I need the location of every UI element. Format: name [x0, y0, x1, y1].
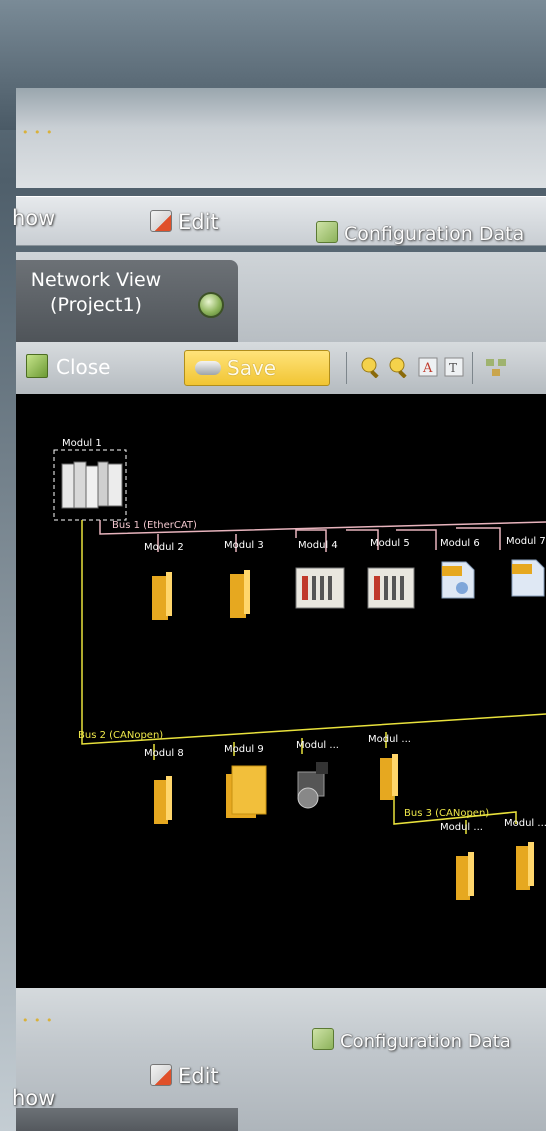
save-icon	[195, 361, 221, 375]
close-label: Close	[56, 355, 111, 379]
bus-3-label: Bus 3 (CANopen)	[404, 808, 490, 819]
decorative-dots-bottom: • • •	[22, 1014, 54, 1027]
close-button[interactable]: Close	[26, 350, 110, 384]
module-label[interactable]: Modul 2	[144, 542, 184, 553]
drive-module-bus3-b	[516, 842, 534, 890]
module-label[interactable]: Modul 4	[298, 540, 338, 551]
menu-show-label: how	[12, 206, 56, 230]
save-button[interactable]: Save	[184, 350, 330, 386]
motor-module	[297, 762, 328, 809]
bottom-config-label: Configuration Data	[340, 1031, 511, 1052]
module-label[interactable]: Modul ...	[296, 740, 339, 751]
xml-module-7	[511, 559, 545, 597]
toolbar-separator	[346, 352, 347, 384]
drive-module-2	[152, 572, 172, 620]
io-module-5	[367, 567, 415, 609]
tab-title-line1: Network View	[30, 269, 162, 291]
configuration-icon-bottom	[312, 1028, 334, 1050]
bottom-show-label: how	[12, 1086, 56, 1110]
drive-module-8	[154, 776, 172, 824]
edit-icon	[150, 210, 172, 232]
root-module-icon	[61, 461, 123, 509]
tab-close-icon[interactable]	[198, 292, 224, 318]
menu-bar: how Edit Configuration Data	[12, 196, 546, 246]
bottom-edit-label: Edit	[178, 1064, 219, 1088]
bus-1-label: Bus 1 (EtherCAT)	[112, 520, 197, 531]
bus-2-label: Bus 2 (CANopen)	[78, 730, 164, 741]
drive-module-9	[226, 765, 267, 818]
monitor-bezel	[16, 88, 546, 188]
svg-text:A: A	[422, 361, 433, 376]
module-label[interactable]: Modul 6	[440, 538, 480, 549]
menu-config-label: Configuration Data	[344, 223, 525, 245]
module-label[interactable]: Modul ...	[440, 822, 483, 833]
module-label[interactable]: Modul 5	[370, 538, 410, 549]
root-module-label: Modul 1	[62, 438, 102, 449]
bottom-menu-edit[interactable]: Edit	[150, 1064, 219, 1088]
menu-configuration-data[interactable]: Configuration Data	[316, 221, 524, 245]
tab-title-line2: (Project1)	[50, 294, 142, 316]
decorative-dots: • • •	[22, 126, 54, 139]
save-label: Save	[227, 356, 277, 380]
module-label[interactable]: Modul 3	[224, 540, 264, 551]
svg-text:T: T	[449, 361, 457, 375]
io-module-4	[295, 567, 345, 609]
tab-row: Network View (Project1)	[16, 252, 546, 342]
tab-title: Network View (Project1)	[16, 268, 176, 318]
tab-network-view[interactable]: Network View (Project1)	[16, 260, 238, 342]
module-label[interactable]: Modul 8	[144, 748, 184, 759]
menu-edit-label: Edit	[178, 210, 219, 234]
network-layout-icon[interactable]	[484, 356, 506, 378]
drive-module-3	[230, 570, 250, 618]
bottom-menu-show[interactable]: how	[12, 1086, 55, 1110]
font-icon[interactable]: A	[418, 356, 438, 378]
network-graph	[53, 449, 546, 900]
bottom-menu-configuration-data[interactable]: Configuration Data	[312, 1028, 511, 1052]
edit-icon-bottom	[150, 1064, 172, 1086]
zoom-out-icon[interactable]	[388, 356, 408, 379]
zoom-in-icon[interactable]	[360, 356, 380, 379]
drive-module-bus3-a	[456, 852, 474, 900]
toolbar: Close Save A T	[16, 342, 546, 396]
module-label[interactable]: Modul 7	[506, 536, 546, 547]
module-label[interactable]: Modul 9	[224, 744, 264, 755]
module-label[interactable]: Modul ...	[504, 818, 546, 829]
network-canvas[interactable]: Modul 1 Bus 1 (EtherCAT) Bus 2 (CANopen)…	[16, 394, 546, 988]
close-icon	[26, 354, 48, 378]
toolbar-separator-2	[472, 352, 473, 384]
module-label[interactable]: Modul ...	[368, 734, 411, 745]
bottom-tab	[16, 1108, 238, 1131]
menu-edit[interactable]: Edit	[150, 210, 219, 234]
drive-module-11	[380, 754, 398, 800]
xml-module-6	[441, 561, 475, 599]
menu-show[interactable]: how	[12, 206, 55, 230]
configuration-icon	[316, 221, 338, 243]
text-format-icon[interactable]: T	[444, 356, 464, 378]
